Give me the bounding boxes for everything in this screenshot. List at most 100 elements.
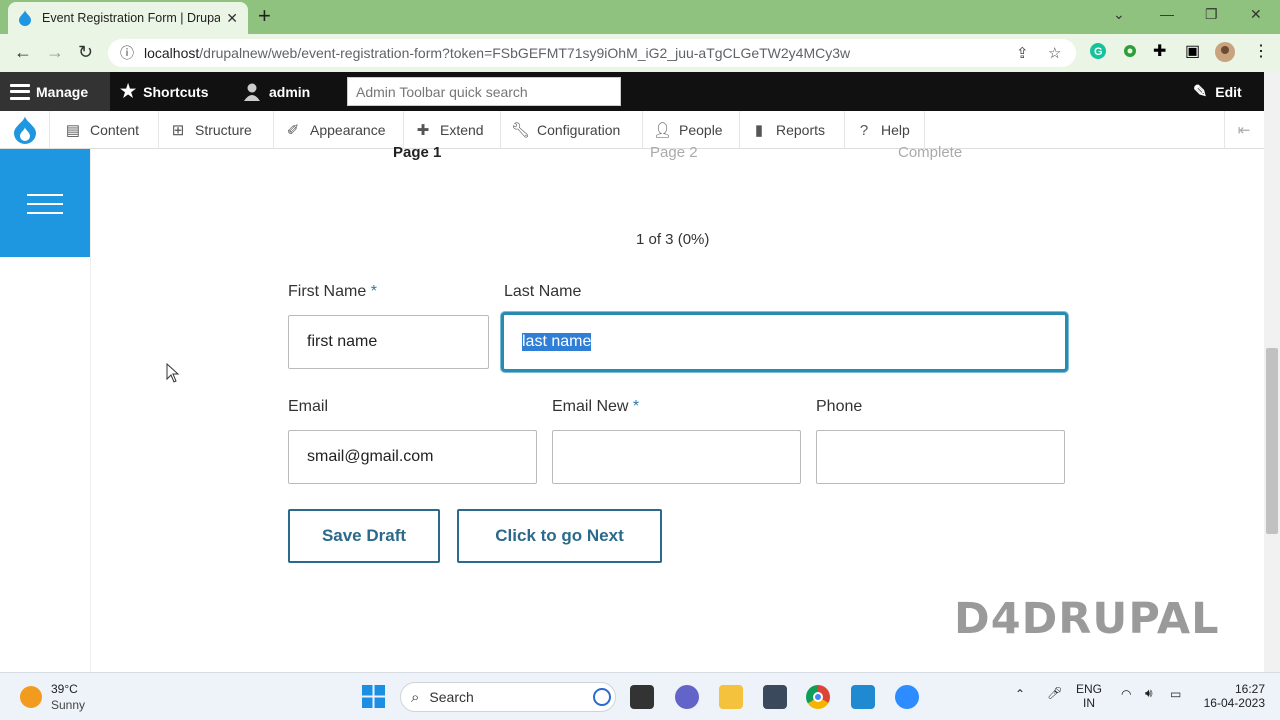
required-marker: * [632, 398, 640, 415]
volume-icon[interactable]: 🔊︎ [1145, 686, 1153, 701]
close-window-icon[interactable]: ✕ [1250, 6, 1262, 23]
hamburger-icon [10, 83, 30, 100]
language-code: ENG [1076, 682, 1103, 696]
collapse-icon: ⇤ [1237, 122, 1251, 139]
forward-icon[interactable]: → [46, 42, 64, 62]
browser-menu-icon[interactable]: ⋮ [1253, 42, 1269, 62]
email-input[interactable]: smail@gmail.com [288, 430, 537, 484]
address-bar[interactable]: ⓘ localhost/drupalnew/web/event-registra… [108, 39, 1076, 67]
minimize-icon[interactable]: — [1160, 6, 1174, 22]
menu-configuration[interactable]: 🔧︎ Configuration [501, 111, 643, 149]
last-name-input[interactable]: last name [501, 312, 1068, 372]
battery-icon[interactable]: ▭ [1170, 687, 1181, 701]
user-icon [244, 83, 260, 101]
progress-step-page-2[interactable]: Page 2 [650, 144, 698, 161]
menu-structure-label: Structure [195, 122, 252, 138]
language-indicator[interactable]: ENG IN [1076, 682, 1102, 710]
menu-reports[interactable]: ▮ Reports [740, 111, 845, 149]
file-explorer-icon[interactable] [719, 685, 743, 709]
toolbar-manage[interactable]: Manage [0, 72, 110, 111]
page-scrollbar[interactable] [1264, 72, 1280, 672]
grammarly-icon[interactable]: G [1089, 42, 1107, 66]
toolbar-orientation-toggle[interactable]: ⇤ [1224, 111, 1264, 149]
first-name-input[interactable]: first name [288, 315, 489, 369]
menu-help-label: Help [881, 122, 910, 138]
email-label: Email [288, 398, 329, 415]
toolbar-edit[interactable]: ✎ Edit [1193, 72, 1242, 111]
menu-lines-icon [27, 194, 63, 214]
bookmark-star-icon[interactable]: ☆ [1048, 44, 1061, 62]
browser-nav-row: ← → ↻ ⓘ localhost/drupalnew/web/event-re… [0, 34, 1280, 72]
menu-content[interactable]: ▤ Content [54, 111, 159, 149]
star-icon: ★ [120, 81, 137, 101]
teams-chat-icon[interactable] [675, 685, 699, 709]
taskbar-search[interactable]: ⌕ Search [400, 682, 616, 712]
share-icon[interactable]: ⇪ [1016, 44, 1029, 62]
microphone-icon[interactable]: 🎤︎ [1047, 686, 1062, 700]
screen: Event Registration Form | Drupal ✕ + ⌄ —… [0, 0, 1280, 720]
toolbar-user[interactable]: admin [243, 72, 310, 111]
scrollbar-thumb[interactable] [1266, 348, 1278, 534]
admin-toolbar: Manage ★ Shortcuts admin Admin Toolbar q… [0, 72, 1280, 111]
tab-close-icon[interactable]: ✕ [226, 10, 238, 27]
show-hidden-icons[interactable]: ⌃ [1015, 687, 1025, 701]
taskbar-search-label: Search [429, 689, 474, 705]
drupal-home-logo[interactable] [0, 111, 50, 149]
browser-tab[interactable]: Event Registration Form | Drupal ✕ [8, 2, 248, 34]
new-tab-icon[interactable]: + [258, 5, 271, 27]
url-text: localhost/drupalnew/web/event-registrati… [144, 45, 851, 61]
drupal-drop-icon [14, 116, 36, 144]
first-name-label: First Name * [288, 283, 377, 300]
phone-label: Phone [816, 398, 863, 415]
windows-start-icon[interactable] [362, 685, 385, 708]
watermark: D4DRUPAL [954, 594, 1220, 644]
selected-text: last name [522, 333, 592, 351]
file-icon: ▤ [65, 122, 81, 139]
progress-step-complete[interactable]: Complete [898, 144, 962, 161]
email-new-input[interactable] [552, 430, 801, 484]
menu-configuration-label: Configuration [537, 122, 621, 138]
menu-content-label: Content [90, 122, 140, 138]
wifi-icon[interactable]: ◠ [1121, 687, 1131, 701]
chrome-icon[interactable] [806, 685, 830, 709]
side-panel-icon[interactable]: ▣ [1185, 42, 1200, 62]
back-icon[interactable]: ← [14, 42, 32, 62]
menu-reports-label: Reports [776, 122, 826, 138]
weather-description[interactable]: Sunny [51, 698, 85, 712]
sun-icon[interactable] [20, 686, 42, 708]
restore-icon[interactable]: ❐ [1205, 6, 1218, 23]
windows-taskbar: 39°C Sunny ⌕ Search ⌃ 🎤︎ ENG IN ◠ 🔊︎ ▭ 1… [0, 672, 1280, 720]
extensions-puzzle-icon[interactable]: ✚ [1153, 42, 1166, 62]
progress-status: 1 of 3 (0%) [636, 231, 710, 248]
puzzle-icon: ✚ [416, 122, 430, 139]
reload-icon[interactable]: ↻ [78, 42, 93, 62]
virtualbox-icon[interactable] [763, 685, 787, 709]
profile-avatar[interactable] [1215, 42, 1235, 68]
menu-structure[interactable]: ⊞ Structure [159, 111, 274, 149]
vscode-icon[interactable] [851, 685, 875, 709]
region-code: IN [1083, 696, 1095, 710]
save-draft-button[interactable]: Save Draft [288, 509, 440, 563]
progress-step-page-1[interactable]: Page 1 [393, 144, 441, 161]
required-marker: * [370, 283, 377, 300]
zoom-icon[interactable] [895, 685, 919, 709]
clock[interactable]: 16:27 16-04-2023 [1203, 682, 1265, 710]
toolbar-shortcuts[interactable]: ★ Shortcuts [120, 72, 208, 111]
menu-extend-label: Extend [440, 122, 484, 138]
email-new-label: Email New * [552, 398, 640, 415]
toolbar-user-label: admin [269, 83, 311, 100]
drupal-favicon-icon [19, 10, 31, 26]
weather-temperature[interactable]: 39°C [51, 682, 78, 696]
menu-appearance[interactable]: ✐ Appearance [274, 111, 404, 149]
task-view-icon[interactable] [630, 685, 654, 709]
extension-gear-icon[interactable] [1121, 42, 1139, 66]
next-button[interactable]: Click to go Next [457, 509, 662, 563]
paint-icon: ✐ [286, 122, 300, 139]
sidebar-toggle-button[interactable] [0, 149, 90, 257]
tab-search-icon[interactable]: ⌄ [1113, 6, 1125, 23]
help-icon: ? [859, 121, 869, 139]
toolbar-manage-label: Manage [36, 83, 89, 100]
toolbar-quick-search-input[interactable]: Admin Toolbar quick search [347, 77, 621, 106]
site-info-icon[interactable]: ⓘ [120, 43, 134, 63]
phone-input[interactable] [816, 430, 1065, 484]
